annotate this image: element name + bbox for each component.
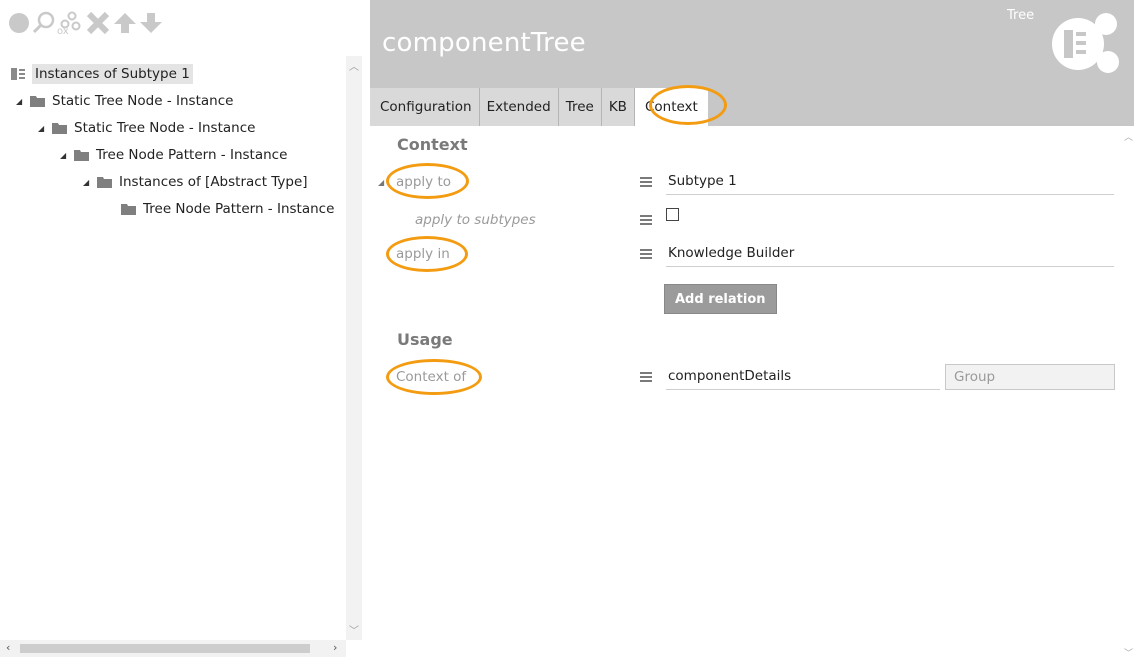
- tree-node-label: Static Tree Node - Instance: [52, 93, 234, 109]
- tab-kb[interactable]: KB: [601, 88, 635, 126]
- folder-icon: [121, 203, 136, 215]
- menu-icon[interactable]: [640, 372, 652, 382]
- delete-icon[interactable]: [85, 10, 111, 36]
- hierarchy-icon[interactable]: ox: [56, 10, 82, 36]
- tree-type-icon: [1052, 13, 1119, 73]
- collapse-arrow-icon[interactable]: ◢: [38, 124, 48, 133]
- menu-icon[interactable]: [640, 177, 652, 187]
- collapse-arrow-icon[interactable]: ◢: [83, 178, 93, 187]
- apply-to-subtypes-checkbox[interactable]: [666, 208, 679, 221]
- tree-node-label: Static Tree Node - Instance: [74, 120, 256, 136]
- folder-icon: [30, 95, 45, 107]
- apply-in-value[interactable]: Knowledge Builder: [666, 241, 1114, 267]
- context-of-value[interactable]: componentDetails: [666, 364, 940, 390]
- tree-node[interactable]: ◢ Tree Node Pattern - Instance: [60, 143, 287, 167]
- apply-to-label: apply to: [396, 174, 451, 190]
- menu-icon[interactable]: [640, 215, 652, 225]
- menu-icon[interactable]: [640, 249, 652, 259]
- app-window: ox Instances of Subtype 1 ◢ Static Tree …: [0, 0, 1134, 657]
- tree-node[interactable]: Tree Node Pattern - Instance: [120, 197, 334, 221]
- apply-to-subtypes-label: apply to subtypes: [415, 212, 536, 228]
- tab-tree[interactable]: Tree: [558, 88, 602, 126]
- circle-icon[interactable]: [6, 10, 32, 36]
- tree-root[interactable]: Instances of Subtype 1: [10, 62, 193, 86]
- scroll-up-icon[interactable]: ︿: [1124, 130, 1133, 143]
- detail-header: componentTree Tree Configuration Extende…: [370, 0, 1134, 126]
- tree-node[interactable]: ◢ Instances of [Abstract Type]: [83, 170, 308, 194]
- arrow-up-icon[interactable]: [112, 10, 138, 36]
- folder-icon: [97, 176, 112, 188]
- tree-node[interactable]: ◢ Static Tree Node - Instance: [16, 89, 233, 113]
- add-relation-button[interactable]: Add relation: [664, 284, 777, 314]
- tree-view: Instances of Subtype 1 ◢ Static Tree Nod…: [0, 56, 346, 640]
- tree-root-icon: [11, 68, 25, 80]
- context-of-label: Context of: [396, 369, 467, 385]
- tree-horizontal-scrollbar[interactable]: ‹ ›: [0, 640, 346, 657]
- group-field[interactable]: Group: [945, 364, 1115, 390]
- arrow-down-icon[interactable]: [138, 10, 164, 36]
- section-usage: Usage: [397, 330, 453, 349]
- tree-node-label: Instances of [Abstract Type]: [119, 174, 308, 190]
- tree-node-label: Tree Node Pattern - Instance: [96, 147, 288, 163]
- folder-icon: [74, 149, 89, 161]
- tree-root-label: Instances of Subtype 1: [32, 64, 193, 84]
- tab-context[interactable]: Context: [634, 88, 708, 126]
- tab-extended[interactable]: Extended: [479, 88, 559, 126]
- scroll-left-icon[interactable]: ‹: [6, 641, 10, 654]
- tree-vertical-scrollbar[interactable]: ︿ ﹀: [346, 56, 362, 640]
- context-form: ︿ Context ◢ apply to Subtype 1 apply to …: [370, 126, 1134, 657]
- type-label: Tree: [1007, 8, 1035, 23]
- tab-bar: Configuration Extended Tree KB Context: [370, 88, 708, 126]
- page-title: componentTree: [382, 28, 586, 58]
- scroll-down-icon[interactable]: ﹀: [349, 622, 359, 637]
- apply-to-value[interactable]: Subtype 1: [666, 169, 1114, 195]
- search-icon[interactable]: [31, 10, 57, 36]
- detail-pane: componentTree Tree Configuration Extende…: [370, 0, 1134, 657]
- left-pane: ox Instances of Subtype 1 ◢ Static Tree …: [0, 0, 362, 657]
- apply-in-label: apply in: [396, 246, 450, 262]
- toolbar: ox: [0, 0, 362, 56]
- tree-node[interactable]: ◢ Static Tree Node - Instance: [38, 116, 255, 140]
- scroll-up-icon[interactable]: ︿: [349, 58, 359, 73]
- folder-icon: [52, 122, 67, 134]
- tree-node-label: Tree Node Pattern - Instance: [143, 201, 335, 217]
- tab-configuration[interactable]: Configuration: [370, 88, 480, 126]
- scroll-right-icon[interactable]: ›: [333, 641, 337, 654]
- collapse-arrow-icon[interactable]: ◢: [60, 151, 70, 160]
- svg-text:ox: ox: [57, 26, 69, 36]
- section-context: Context: [397, 135, 468, 154]
- collapse-arrow-icon[interactable]: ◢: [16, 97, 26, 106]
- expand-arrow-icon[interactable]: ◢: [378, 178, 384, 187]
- scroll-thumb[interactable]: [20, 644, 310, 653]
- scroll-down-icon[interactable]: ﹀: [1124, 646, 1133, 657]
